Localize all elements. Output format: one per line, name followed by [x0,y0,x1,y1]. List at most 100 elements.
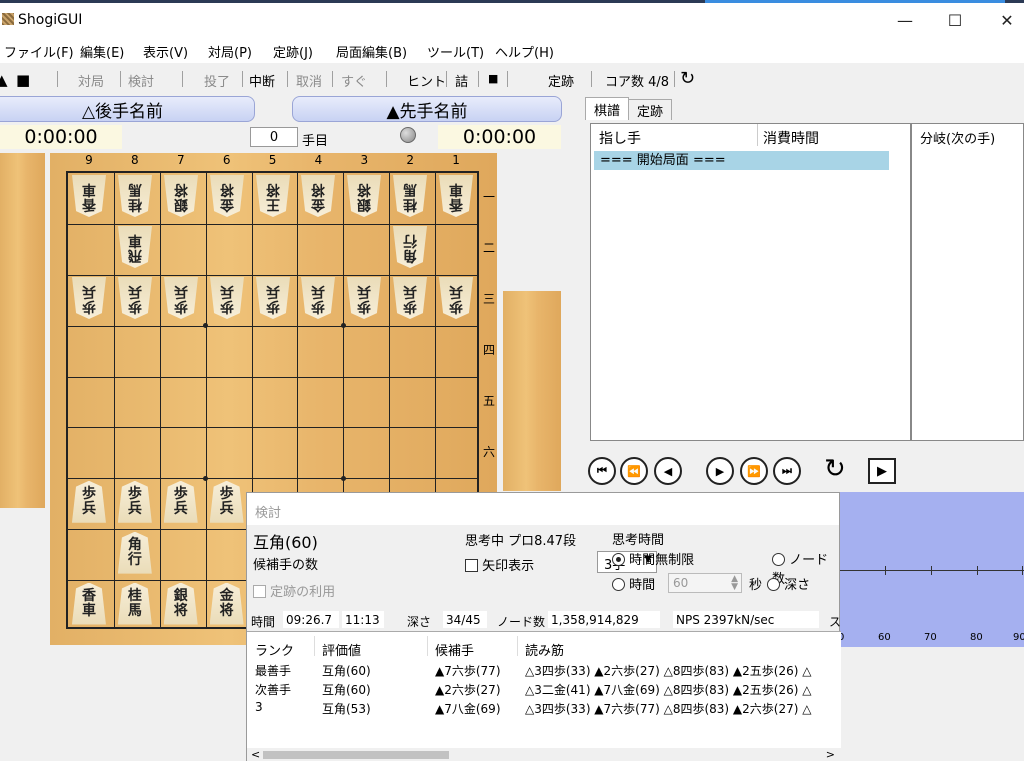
node-count-radio[interactable] [772,553,785,566]
gote-piece[interactable]: 金将 [301,175,335,217]
gote-piece[interactable]: 歩兵 [164,277,198,319]
pv-cell-rank[interactable]: 最善手 [255,662,291,679]
gote-piece[interactable]: 角行 [393,226,427,268]
back-one-button[interactable]: ◀ [654,457,682,485]
save-icon[interactable]: ■ [16,71,30,89]
pv-cell-score[interactable]: 互角(60) [322,662,371,679]
sente-piece[interactable]: 歩兵 [209,480,244,523]
maximize-button[interactable]: ☐ [932,3,978,37]
mate-button[interactable]: 詰 [455,71,468,90]
sente-piece[interactable]: 桂馬 [117,582,152,625]
pv-cell-move[interactable]: ▲2六歩(27) [435,681,501,698]
kifu-header-move[interactable]: 指し手 [599,128,641,148]
pv-list[interactable]: ランク 評価値 候補手 読み筋 最善手 互角(60) ▲7六歩(77) △3四歩(33… [247,631,841,761]
gote-piece[interactable]: 歩兵 [301,277,335,319]
first-move-button[interactable]: ⏮ [588,457,616,485]
play-button[interactable]: 対局 [78,71,104,90]
kifu-list[interactable]: 指し手 消費時間 === 開始局面 === [590,123,911,441]
joseki-use-checkbox[interactable] [253,585,266,598]
hint-button[interactable]: ヒント [407,71,446,90]
pv-cell-move[interactable]: ▲7六歩(77) [435,662,501,679]
sente-piece[interactable]: 香車 [71,582,106,625]
tab-joseki[interactable]: 定跡 [628,99,672,120]
pv-cell-score[interactable]: 互角(53) [322,700,371,717]
gote-piece[interactable]: 桂馬 [393,175,427,217]
interrupt-button[interactable]: 中断 [249,71,275,90]
gote-piece[interactable]: 王将 [256,175,290,217]
gote-piece[interactable]: 銀将 [164,175,198,217]
tab-kifu[interactable]: 棋譜 [585,97,629,120]
arrow-display-checkbox[interactable] [465,559,478,572]
depth-radio[interactable] [767,578,780,591]
time-spinner[interactable]: 60 ▲ ▼ [668,573,742,593]
pv-cell-score[interactable]: 互角(60) [322,681,371,698]
gote-piece[interactable]: 飛車 [118,226,152,268]
close-button[interactable]: ✕ [984,3,1024,37]
menu-tools[interactable]: ツール(T) [427,42,484,61]
back-ten-button[interactable]: ⏪ [620,457,648,485]
scrollbar-thumb[interactable] [263,751,449,759]
unlimited-time-radio[interactable] [612,553,625,566]
gote-piece[interactable]: 歩兵 [118,277,152,319]
refresh-icon[interactable]: ↻ [680,68,695,89]
fixed-time-radio[interactable] [612,578,625,591]
spinner-arrows-icon[interactable]: ▲ ▼ [731,575,738,592]
pv-cell-pv[interactable]: △3四歩(33) ▲2六歩(27) △8四歩(83) ▲2五歩(26) △ [525,662,811,679]
menu-view[interactable]: 表示(V) [143,42,188,61]
joseki-button[interactable]: 定跡 [548,71,574,90]
forward-one-button[interactable]: ▶ [706,457,734,485]
scroll-right-icon[interactable]: > [826,748,835,761]
play-icon[interactable]: ▶ [868,458,896,484]
fixed-time-option[interactable]: 時間 [612,574,655,593]
sente-piece[interactable]: 歩兵 [163,480,198,523]
gote-piece[interactable]: 歩兵 [347,277,381,319]
menu-joseki[interactable]: 定跡(J) [273,42,313,61]
arrow-display-option[interactable]: 矢印表示 [465,555,534,574]
resign-button[interactable]: 投了 [204,71,230,90]
sente-piece[interactable]: 銀将 [163,582,198,625]
joseki-use-option[interactable]: 定跡の利用 [253,581,335,600]
core-count[interactable]: コア数 4/8 [605,71,669,90]
gote-piece[interactable]: 歩兵 [256,277,290,319]
gote-piece[interactable]: 歩兵 [393,277,427,319]
minimize-button[interactable]: — [882,3,928,37]
pv-header-move[interactable]: 候補手 [435,640,474,659]
branch-list[interactable]: 分岐(次の手) [911,123,1024,441]
pv-cell-pv[interactable]: △3四歩(33) ▲7六歩(77) △8四歩(83) ▲2六歩(27) △ [525,700,811,717]
move-now-button[interactable]: すぐ [341,71,367,90]
pv-cell-pv[interactable]: △3二金(41) ▲7八金(69) △8四歩(83) ▲2五歩(26) △ [525,681,811,698]
gote-piece[interactable]: 香車 [72,175,106,217]
undo-button[interactable]: 取消 [296,71,322,90]
forward-ten-button[interactable]: ⏩ [740,457,768,485]
pv-header-rank[interactable]: ランク [255,640,294,659]
gote-piece[interactable]: 金将 [210,175,244,217]
pv-cell-move[interactable]: ▲7八金(69) [435,700,501,717]
pv-header-pv[interactable]: 読み筋 [525,640,564,659]
stop-button[interactable]: ■ [488,72,498,85]
last-move-button[interactable]: ⏭ [773,457,801,485]
menu-help[interactable]: ヘルプ(H) [495,42,554,61]
menu-edit[interactable]: 編集(E) [80,42,124,61]
unlimited-time-option[interactable]: 時間無制限 [612,549,694,568]
kifu-header-time[interactable]: 消費時間 [763,128,819,148]
gote-piece[interactable]: 歩兵 [439,277,473,319]
gote-piece[interactable]: 歩兵 [72,277,106,319]
sente-piece[interactable]: 歩兵 [71,480,106,523]
gote-piece[interactable]: 桂馬 [118,175,152,217]
menu-board-edit[interactable]: 局面編集(B) [336,42,407,61]
menu-game[interactable]: 対局(P) [208,42,252,61]
eval-graph[interactable]: 0 60 70 80 90 [838,492,1024,647]
analyze-button[interactable]: 検討 [128,71,154,90]
gote-piece[interactable]: 銀将 [347,175,381,217]
scroll-left-icon[interactable]: < [251,748,260,761]
depth-option[interactable]: 深さ [767,574,810,593]
sente-piece[interactable]: 歩兵 [117,480,152,523]
menu-file[interactable]: ファイル(F) [4,42,74,61]
kifu-row-selected[interactable]: === 開始局面 === [594,151,889,170]
pv-cell-rank[interactable]: 3 [255,700,263,714]
pv-header-score[interactable]: 評価値 [322,640,361,659]
open-icon[interactable]: ▲ [0,71,8,89]
sente-piece[interactable]: 角行 [117,531,152,574]
gote-piece-stand[interactable] [0,153,45,508]
pv-cell-rank[interactable]: 次善手 [255,681,291,698]
